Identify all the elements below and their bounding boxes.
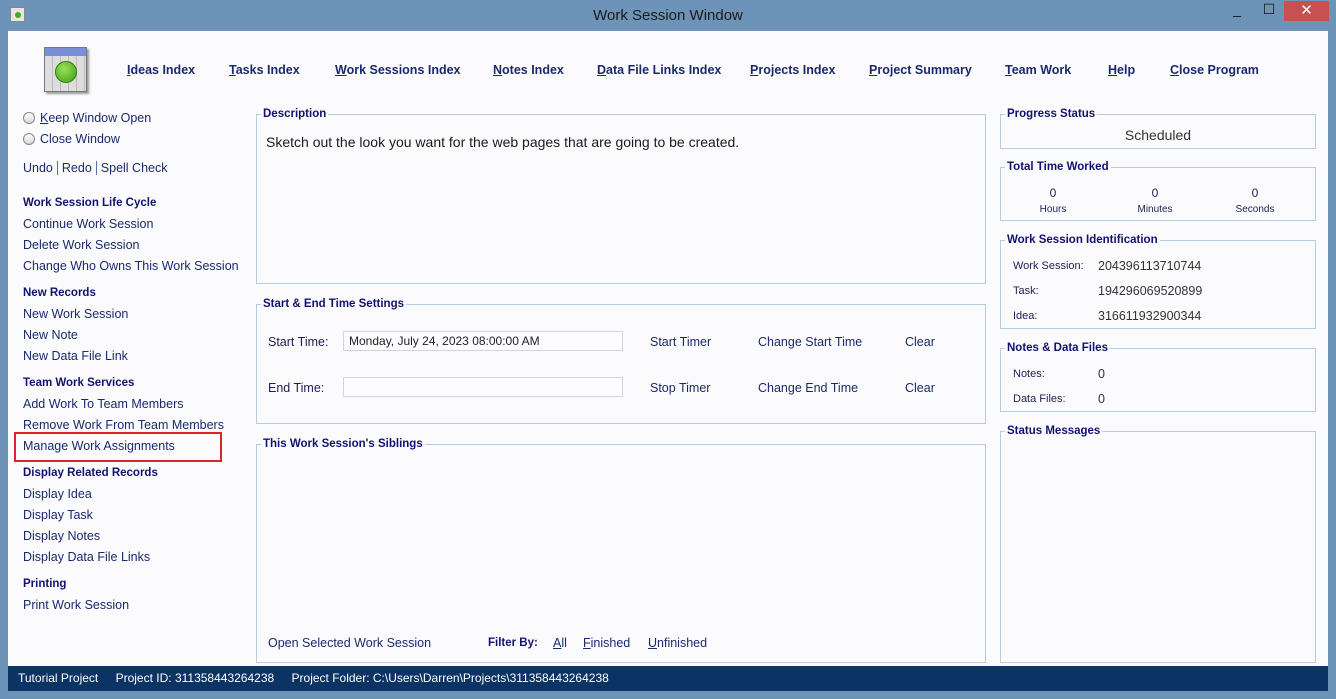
end-time-label: End Time: (268, 381, 325, 395)
start-end-time-panel: Start & End Time Settings (256, 298, 986, 424)
title-bar: Work Session Window _ ☐ ✕ (0, 0, 1336, 31)
remove-work-from-team-link[interactable]: Remove Work From Team Members (23, 418, 224, 432)
calendar-clock-logo (44, 47, 87, 92)
work-session-identification-panel: Work Session Identification Work Session… (1000, 234, 1316, 329)
section-team-work-services: Team Work Services (23, 377, 135, 389)
delete-work-session-link[interactable]: Delete Work Session (23, 238, 140, 252)
continue-work-session-link[interactable]: Continue Work Session (23, 217, 153, 231)
hours-label: Hours (1039, 204, 1067, 215)
nav-close-program[interactable]: Close Program (1170, 63, 1259, 77)
section-printing: Printing (23, 578, 67, 590)
work-session-id-label: Work Session: (1013, 260, 1084, 272)
seconds-value: 0 (1251, 186, 1259, 200)
nav-tasks-index[interactable]: Tasks Index (229, 63, 300, 77)
radio-icon (23, 133, 35, 145)
change-start-time-link[interactable]: Change Start Time (758, 335, 862, 349)
new-note-link[interactable]: New Note (23, 328, 78, 342)
display-idea-link[interactable]: Display Idea (23, 487, 92, 501)
siblings-label: This Work Session's Siblings (261, 438, 425, 450)
redo-link[interactable]: Redo (62, 161, 92, 175)
total-time-worked-panel: Total Time Worked 0 Hours 0 Minutes 0 Se… (1000, 161, 1316, 221)
open-selected-work-session-link[interactable]: Open Selected Work Session (268, 636, 431, 650)
notes-count-label: Notes: (1013, 368, 1045, 380)
filter-all-link[interactable]: All (553, 636, 567, 650)
section-work-session-life-cycle: Work Session Life Cycle (23, 197, 157, 209)
project-name: Tutorial Project (18, 671, 99, 685)
clear-end-link[interactable]: Clear (905, 381, 935, 395)
nav-notes-index[interactable]: Notes Index (493, 63, 564, 77)
start-time-field[interactable]: Monday, July 24, 2023 08:00:00 AM (343, 331, 623, 351)
status-bar: Tutorial Project Project ID: 31135844326… (8, 666, 1328, 691)
status-messages-label: Status Messages (1005, 425, 1103, 437)
filter-finished-link[interactable]: Finished (583, 636, 630, 650)
data-files-count-value: 0 (1098, 392, 1105, 406)
notes-count-value: 0 (1098, 367, 1105, 381)
status-messages-panel: Status Messages (1000, 425, 1316, 663)
minutes-label: Minutes (1137, 204, 1173, 215)
nav-project-summary[interactable]: Project Summary (869, 63, 972, 77)
add-work-to-team-link[interactable]: Add Work To Team Members (23, 397, 183, 411)
radio-icon (23, 112, 35, 124)
filter-unfinished-link[interactable]: Unfinished (648, 636, 707, 650)
spell-check-link[interactable]: Spell Check (101, 161, 168, 175)
window-title: Work Session Window (593, 7, 743, 24)
progress-status-label: Progress Status (1005, 108, 1098, 120)
hours-value: 0 (1049, 186, 1057, 200)
work-session-id-value: 204396113710744 (1098, 259, 1202, 273)
nav-ideas-index[interactable]: Ideas Index (127, 63, 195, 77)
close-window-radio[interactable]: Close Window (23, 132, 120, 146)
idea-id-label: Idea: (1013, 310, 1038, 322)
notes-data-files-label: Notes & Data Files (1005, 342, 1110, 354)
progress-status-value: Scheduled (1124, 127, 1192, 143)
nav-help[interactable]: Help (1108, 63, 1135, 77)
project-id: Project ID: 311358443264238 (115, 671, 275, 685)
description-text[interactable]: Sketch out the look you want for the web… (266, 134, 966, 150)
minimize-button[interactable]: _ (1222, 1, 1252, 21)
total-time-label: Total Time Worked (1005, 161, 1111, 173)
task-id-label: Task: (1013, 285, 1039, 297)
display-notes-link[interactable]: Display Notes (23, 529, 100, 543)
clear-start-link[interactable]: Clear (905, 335, 935, 349)
keep-window-open-radio[interactable]: Keep Window Open (23, 111, 151, 125)
idea-id-value: 316611932900344 (1098, 309, 1202, 323)
new-data-file-link-link[interactable]: New Data File Link (23, 349, 128, 363)
change-owner-link[interactable]: Change Who Owns This Work Session (23, 259, 239, 273)
task-id-value: 194296069520899 (1098, 284, 1203, 298)
section-display-related-records: Display Related Records (23, 467, 158, 479)
filter-by-label: Filter By: (488, 637, 538, 649)
close-button[interactable]: ✕ (1284, 1, 1329, 21)
stop-timer-link[interactable]: Stop Timer (650, 381, 710, 395)
nav-data-file-links-index[interactable]: Data File Links Index (597, 63, 721, 77)
nav-work-sessions-index[interactable]: Work Sessions Index (335, 63, 461, 77)
new-work-session-link[interactable]: New Work Session (23, 307, 128, 321)
manage-work-assignments-link[interactable]: Manage Work Assignments (23, 439, 175, 453)
time-settings-label: Start & End Time Settings (261, 298, 407, 310)
change-end-time-link[interactable]: Change End Time (758, 381, 858, 395)
undo-link[interactable]: Undo (23, 161, 53, 175)
minutes-value: 0 (1151, 186, 1159, 200)
identification-label: Work Session Identification (1005, 234, 1160, 246)
display-task-link[interactable]: Display Task (23, 508, 93, 522)
seconds-label: Seconds (1235, 204, 1275, 215)
print-work-session-link[interactable]: Print Work Session (23, 598, 129, 612)
description-label: Description (261, 108, 329, 120)
siblings-panel: This Work Session's Siblings (256, 438, 986, 663)
divider (95, 161, 97, 175)
start-timer-link[interactable]: Start Timer (650, 335, 711, 349)
nav-team-work[interactable]: Team Work (1005, 63, 1071, 77)
progress-status-panel: Progress Status Scheduled (1000, 108, 1316, 149)
section-new-records: New Records (23, 287, 96, 299)
nav-projects-index[interactable]: Projects Index (750, 63, 835, 77)
project-folder: Project Folder: C:\Users\Darren\Projects… (291, 671, 609, 685)
data-files-count-label: Data Files: (1013, 393, 1066, 405)
start-time-label: Start Time: (268, 335, 329, 349)
end-time-field[interactable] (343, 377, 623, 397)
notes-data-files-panel: Notes & Data Files Notes: 0 Data Files: … (1000, 342, 1316, 412)
description-panel: Description Sketch out the look you want… (256, 108, 986, 284)
display-data-file-links-link[interactable]: Display Data File Links (23, 550, 150, 564)
divider (56, 161, 58, 175)
maximize-button[interactable]: ☐ (1254, 1, 1284, 21)
